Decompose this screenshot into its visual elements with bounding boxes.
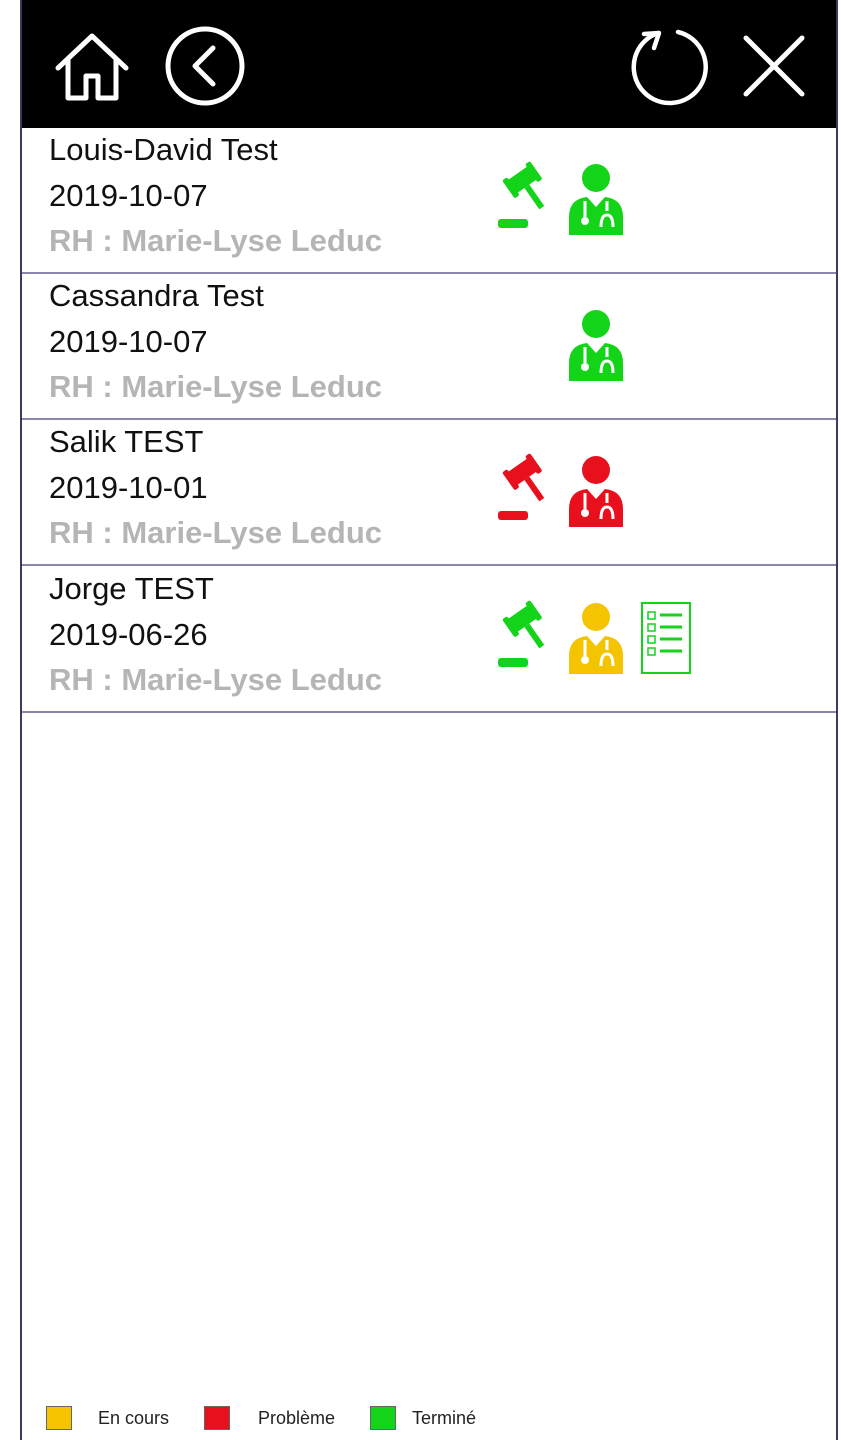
hr-contact: RH : Marie-Lyse Leduc <box>49 515 383 550</box>
close-icon <box>743 35 805 97</box>
list-item[interactable]: Louis-David Test 2019-10-07 RH : Marie-Lys… <box>22 128 836 274</box>
close-button[interactable] <box>732 24 816 108</box>
back-circle-icon <box>165 26 245 106</box>
doctor-icon <box>565 307 627 383</box>
employee-date: 2019-10-07 <box>49 324 208 359</box>
gavel-icon <box>496 600 558 676</box>
refresh-icon <box>631 29 708 106</box>
gavel-icon <box>496 161 558 237</box>
legend-swatch-probleme <box>204 1406 230 1430</box>
employee-name: Salik TEST <box>49 424 204 459</box>
legend-label-termine: Terminé <box>412 1408 477 1428</box>
home-button[interactable] <box>50 24 134 108</box>
top-toolbar <box>22 0 836 128</box>
doctor-icon <box>565 161 627 237</box>
employee-date: 2019-06-26 <box>49 617 208 652</box>
gavel-icon <box>496 453 558 529</box>
employee-date: 2019-10-07 <box>49 178 208 213</box>
employee-name: Jorge TEST <box>49 571 214 606</box>
employee-name: Cassandra Test <box>49 278 264 313</box>
employee-date: 2019-10-01 <box>49 470 208 505</box>
app-frame: Louis-David Test 2019-10-07 RH : Marie-Lys… <box>20 0 838 1440</box>
home-icon <box>55 33 129 101</box>
list-item[interactable]: Cassandra Test 2019-10-07 RH : Marie-Lyse … <box>22 274 836 420</box>
refresh-button[interactable] <box>628 24 712 108</box>
checklist-icon <box>634 601 696 677</box>
list-item[interactable]: Jorge TEST 2019-06-26 RH : Marie-Lyse Ledu… <box>22 567 836 713</box>
legend-label-en-cours: En cours <box>98 1408 170 1428</box>
list-item[interactable]: Salik TEST 2019-10-01 RH : Marie-Lyse Ledu… <box>22 420 836 566</box>
hr-contact: RH : Marie-Lyse Leduc <box>49 223 383 258</box>
employee-name: Louis-David Test <box>49 132 278 167</box>
legend-swatch-termine <box>370 1406 396 1430</box>
doctor-icon <box>565 600 627 676</box>
doctor-icon <box>565 453 627 529</box>
hr-contact: RH : Marie-Lyse Leduc <box>49 662 383 697</box>
hr-contact: RH : Marie-Lyse Leduc <box>49 369 383 404</box>
back-button[interactable] <box>163 24 247 108</box>
legend-swatch-en-cours <box>46 1406 72 1430</box>
legend-label-probleme: Problème <box>258 1408 336 1428</box>
